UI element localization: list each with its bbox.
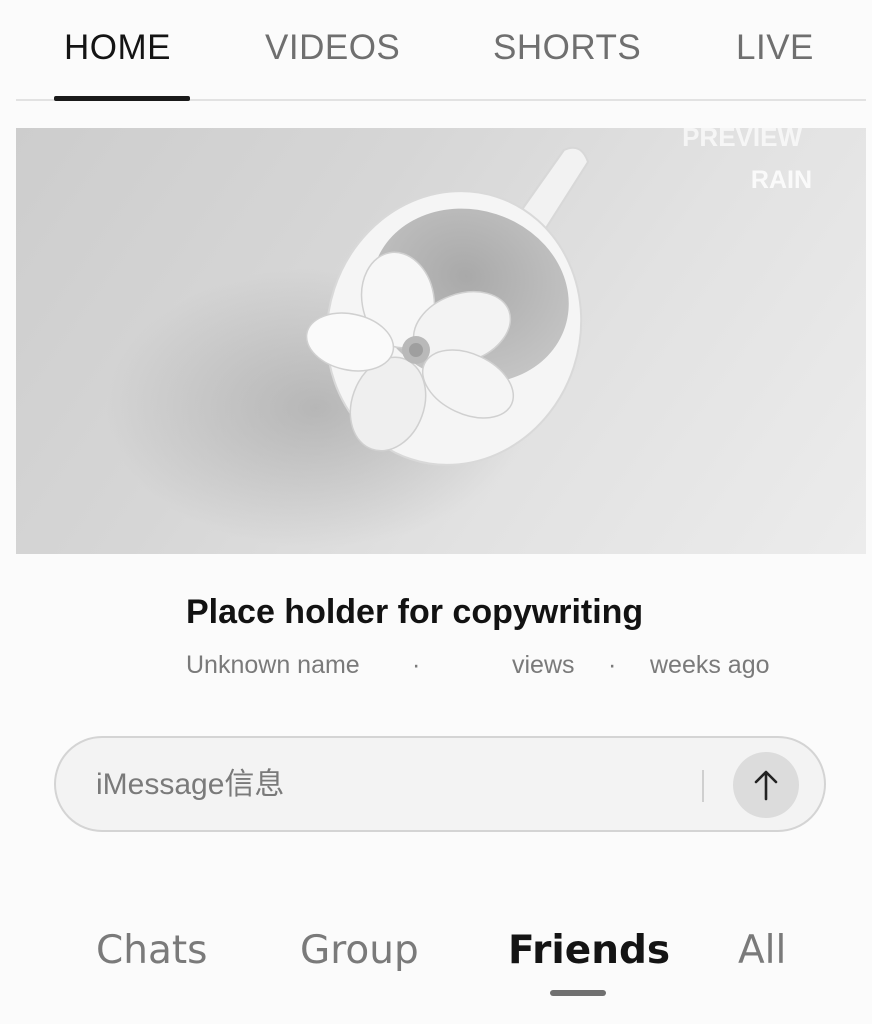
active-tab-indicator [550,990,606,996]
watermark-text: RAIN [750,166,812,194]
video-title[interactable]: Place holder for copywriting [186,593,643,632]
video-thumbnail[interactable]: PREVIEW RAIN [16,128,866,554]
tab-live[interactable]: LIVE [736,28,814,68]
tab-home[interactable]: HOME [64,28,171,68]
tab-shorts[interactable]: SHORTS [493,28,641,68]
channel-name[interactable]: Unknown name [186,651,360,680]
tab-friends[interactable]: Friends [508,928,670,973]
tab-group[interactable]: Group [300,928,419,973]
arrow-up-icon [754,770,778,801]
send-button[interactable] [733,752,799,818]
tab-videos[interactable]: VIDEOS [265,28,400,68]
upload-age: weeks ago [650,651,770,679]
meta-separator: · [412,651,421,679]
message-composer [54,736,826,832]
watermark-text: PREVIEW [682,128,802,152]
meta-separator: · [608,651,617,679]
tab-all[interactable]: All [738,928,786,973]
message-input[interactable] [94,758,698,812]
top-tab-bar: HOME VIDEOS SHORTS LIVE [0,0,872,102]
input-cursor-divider [702,770,704,802]
tab-chats[interactable]: Chats [96,928,207,973]
active-tab-indicator [54,96,190,101]
flower-in-cup-image [106,146,590,548]
view-count: views [512,651,575,679]
